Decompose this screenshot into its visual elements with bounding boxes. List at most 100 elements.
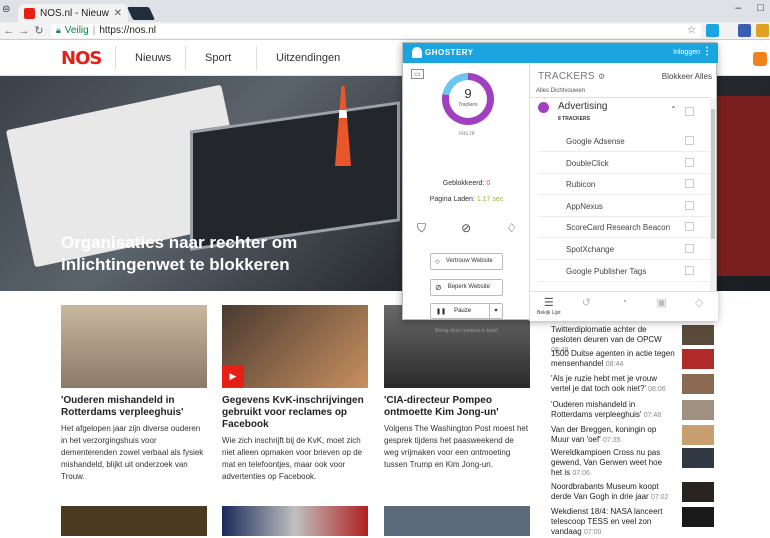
latest-thumbnail[interactable] bbox=[682, 400, 714, 420]
restrict-site-button[interactable]: ⊘ Beperk Website bbox=[430, 279, 503, 296]
tracker-count: 9 bbox=[464, 86, 472, 101]
tab-list-view[interactable]: ☰ Bekijk Lijst bbox=[530, 292, 568, 321]
restrict-label: Beperk Website bbox=[447, 284, 490, 290]
lightbulb-icon[interactable]: ♢ bbox=[506, 221, 517, 236]
latest-thumbnail[interactable] bbox=[682, 448, 714, 468]
nav-item-nieuws[interactable]: Nieuws bbox=[135, 52, 171, 64]
article-image: ▶ bbox=[222, 305, 368, 388]
category-advertising[interactable]: Advertising 8 TRACKERS ⌃ bbox=[530, 99, 710, 129]
chevron-up-icon[interactable]: ⌃ bbox=[670, 105, 677, 114]
latest-thumbnail[interactable] bbox=[682, 482, 714, 502]
tracker-row[interactable]: Google Adsense bbox=[538, 131, 710, 152]
gear-icon[interactable]: ⚙ bbox=[598, 72, 605, 81]
latest-time: 07:48 bbox=[643, 412, 662, 419]
nos-favicon-icon bbox=[24, 7, 35, 19]
trust-label: Vertrouw Website bbox=[445, 258, 493, 264]
article-title[interactable]: 'Ouderen mishandeld in Rotterdams verple… bbox=[61, 395, 207, 419]
latest-news-item[interactable]: 'Als je ruzie hebt met je vrouw vertel j… bbox=[551, 374, 675, 395]
tracker-row[interactable]: AppNexus bbox=[538, 196, 710, 217]
chevron-down-icon[interactable]: ▾ bbox=[489, 304, 502, 318]
latest-thumbnail[interactable] bbox=[682, 349, 714, 369]
ghostery-summary: ▭ 9 Trackers nos.nl Geblokkeerd: 0 Pagin… bbox=[403, 63, 530, 334]
reload-icon[interactable]: ↻ bbox=[33, 24, 45, 37]
article-title[interactable]: Gegevens KvK-inschrijvingen gebruikt voo… bbox=[222, 395, 368, 431]
detail-view-icon[interactable]: ▭ bbox=[411, 69, 424, 79]
article-image[interactable] bbox=[384, 506, 530, 536]
shield-icon[interactable]: ⛉ bbox=[417, 221, 426, 236]
tab-speed[interactable]: ◔ bbox=[605, 292, 643, 321]
nav-divider bbox=[115, 46, 116, 70]
latest-news-item[interactable]: 'Ouderen mishandeld in Rotterdams verple… bbox=[551, 400, 675, 421]
tracker-row[interactable]: DoubleClick bbox=[538, 153, 710, 174]
latest-news-item[interactable]: Wekdienst 18/4: NASA lanceert telescoop … bbox=[551, 507, 675, 538]
latest-time: 07:02 bbox=[650, 494, 669, 501]
scrollbar-thumb[interactable] bbox=[711, 109, 715, 239]
login-link[interactable]: Inloggen bbox=[673, 49, 700, 56]
tracker-name: AppNexus bbox=[566, 202, 603, 211]
map-trackers-link[interactable]: Breng deze trackers in kaart bbox=[403, 328, 530, 334]
tracker-row[interactable]: ScoreCard Research Beacon bbox=[538, 217, 710, 238]
latest-thumbnail[interactable] bbox=[682, 507, 714, 527]
latest-thumbnail[interactable] bbox=[682, 425, 714, 445]
trust-site-button[interactable]: ○ Vertrouw Website bbox=[430, 253, 503, 270]
video-play-icon[interactable]: ▶ bbox=[222, 365, 244, 387]
tracker-row[interactable]: Google Publisher Tags bbox=[538, 261, 710, 282]
ghostery-brand: GHOSTERY bbox=[425, 48, 474, 57]
new-tab-button[interactable] bbox=[126, 7, 156, 20]
tracker-row[interactable]: SpotXchange bbox=[538, 239, 710, 260]
latest-time: 08:44 bbox=[605, 361, 624, 368]
block-icon[interactable]: ⊘ bbox=[461, 221, 471, 236]
user-icon[interactable]: ⊜ bbox=[2, 4, 10, 15]
article-card[interactable]: 'Ouderen mishandeld in Rotterdams verple… bbox=[61, 305, 207, 483]
ghostery-extension-icon[interactable] bbox=[706, 24, 719, 37]
tracker-checkbox[interactable] bbox=[685, 136, 694, 145]
latest-thumbnail[interactable] bbox=[682, 374, 714, 394]
url-field[interactable]: 🔒︎ Veilig | https://nos.nl ☆ bbox=[51, 23, 701, 38]
latest-thumbnail[interactable] bbox=[682, 325, 714, 345]
orange-badge-icon[interactable] bbox=[753, 52, 767, 66]
tracker-checkbox[interactable] bbox=[685, 201, 694, 210]
nav-divider bbox=[185, 46, 186, 70]
nav-item-uitzendingen[interactable]: Uitzendingen bbox=[276, 52, 340, 64]
article-title[interactable]: 'CIA-directeur Pompeo ontmoette Kim Jong… bbox=[384, 395, 530, 419]
browser-tab[interactable]: NOS.nl - Nieuws, Sport e ✕ bbox=[18, 4, 128, 22]
tracker-name: DoubleClick bbox=[566, 159, 609, 168]
tracker-checkbox[interactable] bbox=[685, 266, 694, 275]
article-image[interactable] bbox=[222, 506, 368, 536]
tab-history[interactable]: ↺ bbox=[568, 292, 606, 321]
tracker-checkbox[interactable] bbox=[685, 244, 694, 253]
nos-logo[interactable]: NOS bbox=[61, 48, 102, 69]
latest-news-item[interactable]: 1500 Duitse agenten in actie tegen mense… bbox=[551, 349, 675, 370]
tracker-checkbox[interactable] bbox=[685, 222, 694, 231]
close-tab-icon[interactable]: ✕ bbox=[114, 8, 122, 19]
category-checkbox[interactable] bbox=[685, 107, 694, 116]
back-icon[interactable]: ← bbox=[3, 25, 15, 37]
pause-button[interactable]: ❚❚ Pauze ▾ bbox=[430, 303, 503, 319]
tab-premium[interactable]: ◇ bbox=[680, 292, 718, 321]
trackers-heading: TRACKERS ⚙ bbox=[538, 71, 605, 82]
article-card[interactable]: ▶ Gegevens KvK-inschrijvingen gebruikt v… bbox=[222, 305, 368, 483]
tracker-checkbox[interactable] bbox=[685, 179, 694, 188]
maximize-icon[interactable]: □ bbox=[757, 2, 764, 14]
tab-rewards[interactable]: ▣ bbox=[643, 292, 681, 321]
extension-icon-2[interactable] bbox=[756, 24, 769, 37]
nav-item-sport[interactable]: Sport bbox=[205, 52, 231, 64]
forward-icon[interactable]: → bbox=[18, 25, 30, 37]
extension-icon[interactable] bbox=[738, 24, 751, 37]
site-domain: nos.nl bbox=[458, 131, 475, 137]
tracker-scrollbar[interactable] bbox=[710, 99, 716, 291]
hero-title[interactable]: Organisaties naar rechter om inlichtinge… bbox=[61, 232, 361, 276]
menu-dots-icon[interactable]: ⋮ bbox=[702, 46, 712, 57]
tracker-checkbox[interactable] bbox=[685, 158, 694, 167]
bookmark-star-icon[interactable]: ☆ bbox=[687, 25, 696, 36]
article-image[interactable] bbox=[61, 506, 207, 536]
block-all-button[interactable]: Blokkeer Alles bbox=[662, 72, 712, 81]
article-text: Het afgelopen jaar zijn diverse ouderen … bbox=[61, 424, 204, 481]
tracker-row[interactable]: Rubicon bbox=[538, 174, 710, 195]
minimize-icon[interactable]: – bbox=[735, 2, 741, 14]
collapse-all-link[interactable]: Alles Dichtvouwen bbox=[536, 88, 585, 94]
latest-news-item[interactable]: Van der Breggen, koningin op Muur van 'o… bbox=[551, 425, 675, 446]
latest-text: 'Als je ruzie hebt met je vrouw vertel j… bbox=[551, 374, 658, 393]
latest-news-item[interactable]: Noordbrabants Museum koopt derde Van Gog… bbox=[551, 482, 675, 503]
latest-news-item[interactable]: Wereldkampioen Cross nu pas gewend, Van … bbox=[551, 448, 675, 479]
